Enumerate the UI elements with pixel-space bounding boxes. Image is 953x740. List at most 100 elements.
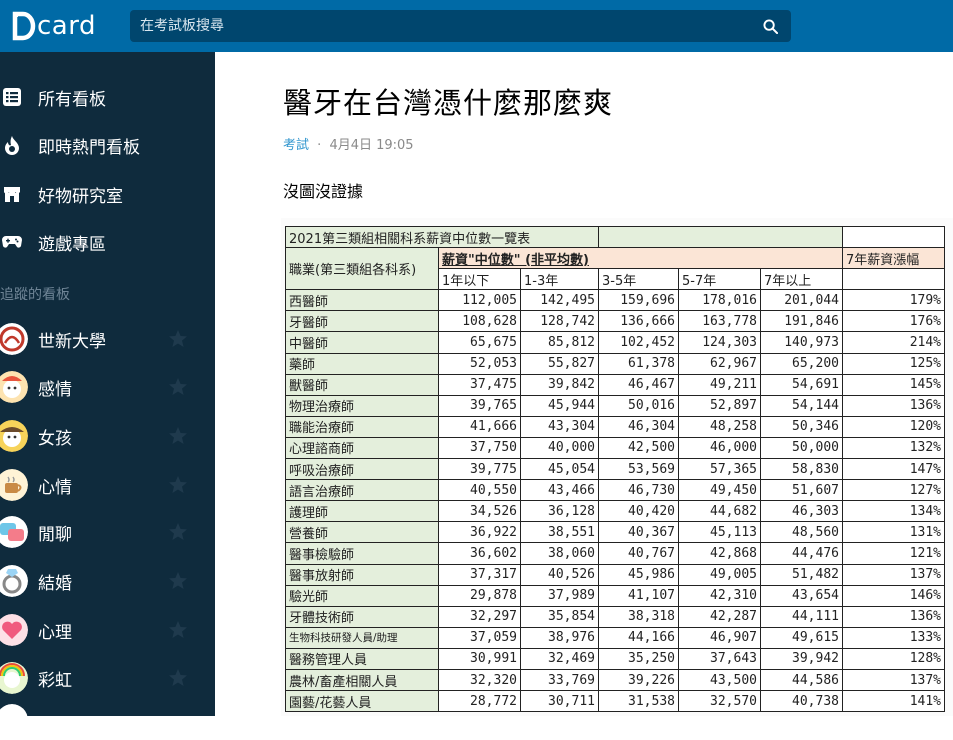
- salary-cell: 36,602: [438, 542, 521, 565]
- salary-cell: 37,475: [438, 373, 521, 396]
- salary-cell: 39,226: [598, 668, 679, 692]
- job-cell: 呼吸治療師: [285, 458, 439, 481]
- salary-cell: 40,526: [520, 563, 599, 586]
- year-header: 7年以上: [760, 268, 843, 291]
- sidebar-item-label: 遊戲專區: [38, 234, 106, 255]
- post-content: 醫牙在台灣憑什麼那麼爽 考試 · 4月4日 19:05 沒圖沒證據 2021第三…: [215, 52, 953, 716]
- table-row: 牙醫師 108,628 128,742 136,666 163,778 191,846 17…: [285, 310, 945, 333]
- list-icon: [2, 87, 22, 107]
- sidebar-item-board[interactable]: 彩虹: [0, 658, 215, 698]
- salary-cell: 44,476: [760, 542, 843, 565]
- sidebar-item-board[interactable]: 閒聊: [0, 512, 215, 552]
- sidebar-item-board[interactable]: 心理: [0, 610, 215, 650]
- star-icon[interactable]: [168, 522, 188, 542]
- salary-cell: 191,846: [760, 310, 843, 333]
- search-icon: [762, 18, 778, 34]
- sidebar-item-label: 所有看板: [38, 89, 106, 110]
- salary-cell: 45,944: [520, 394, 599, 417]
- job-cell: 牙體技術師: [285, 605, 439, 628]
- table-row: 語言治療師 40,550 43,466 46,730 49,450 51,607 127%: [285, 479, 945, 502]
- meta-separator: ·: [317, 138, 322, 153]
- year-header: 1-3年: [520, 268, 599, 291]
- salary-cell: 29,878: [438, 584, 521, 607]
- salary-cell: 32,570: [678, 690, 761, 713]
- star-icon[interactable]: [168, 426, 188, 446]
- salary-cell: 40,367: [598, 521, 679, 544]
- post-date: 4月4日 19:05: [329, 138, 414, 153]
- board-avatar: [0, 565, 28, 597]
- salary-cell: 37,750: [438, 436, 521, 460]
- growth-cell: 127%: [842, 479, 945, 502]
- star-icon[interactable]: [168, 377, 188, 397]
- sidebar-item-all-boards[interactable]: 所有看板: [0, 77, 215, 117]
- salary-cell: 39,775: [438, 458, 521, 481]
- star-icon[interactable]: [168, 329, 188, 349]
- board-label: 閒聊: [38, 524, 72, 545]
- salary-cell: 41,107: [598, 584, 679, 607]
- search-input[interactable]: [130, 10, 750, 42]
- salary-cell: 49,450: [678, 479, 761, 502]
- board-avatar: [0, 420, 28, 452]
- year-header: 5-7年: [678, 268, 761, 291]
- star-icon[interactable]: [168, 620, 188, 640]
- job-cell: 西醫師: [285, 289, 439, 312]
- board-label: 心情: [38, 477, 72, 498]
- growth-cell: 131%: [842, 521, 945, 544]
- sidebar-item-board[interactable]: 女孩: [0, 416, 215, 456]
- table-row: 藥師 52,053 55,827 61,378 62,967 65,200 125%: [285, 352, 945, 375]
- table-row: 醫事檢驗師 36,602 38,060 40,767 42,868 44,476 121%: [285, 542, 945, 565]
- salary-cell: 43,466: [520, 479, 599, 502]
- salary-cell: 48,560: [760, 521, 843, 544]
- dcard-logo[interactable]: card: [12, 9, 96, 43]
- table-row: 農林/畜產相關人員 32,320 33,769 39,226 43,500 44,586 1…: [285, 668, 945, 692]
- job-cell: 營養師: [285, 521, 439, 544]
- search-button[interactable]: [749, 10, 791, 42]
- sidebar-item-games[interactable]: 遊戲專區: [0, 222, 215, 262]
- table-row: 生物科技研發人員/助理 37,059 38,976 44,166 46,907 49,61…: [285, 626, 945, 649]
- growth-cell: 146%: [842, 584, 945, 607]
- salary-cell: 51,482: [760, 563, 843, 586]
- table-row: 職能治療師 41,666 43,304 46,304 48,258 50,346 120%: [285, 415, 945, 438]
- growth-cell: 134%: [842, 500, 945, 523]
- salary-cell: 65,200: [760, 352, 843, 375]
- growth-cell: 137%: [842, 668, 945, 692]
- sidebar-item-board[interactable]: 心情: [0, 465, 215, 505]
- salary-cell: 55,827: [520, 352, 599, 375]
- salary-cell: 28,772: [438, 690, 521, 713]
- forum-link[interactable]: 考試: [283, 138, 309, 153]
- growth-cell: 137%: [842, 563, 945, 586]
- star-icon[interactable]: [168, 475, 188, 495]
- job-cell: 生物科技研發人員/助理: [285, 626, 439, 649]
- salary-cell: 46,304: [598, 415, 679, 438]
- table-row: 醫事放射師 37,317 40,526 45,986 49,005 51,482 137%: [285, 563, 945, 586]
- salary-cell: 44,111: [760, 605, 843, 628]
- salary-cell: 38,976: [520, 626, 599, 649]
- salary-cell: 43,500: [678, 668, 761, 692]
- job-cell: 藥師: [285, 352, 439, 375]
- growth-cell: 125%: [842, 352, 945, 375]
- job-cell: 醫事檢驗師: [285, 542, 439, 565]
- sidebar-item-shop[interactable]: 好物研究室: [0, 174, 215, 214]
- sidebar-item-board[interactable]: 世新大學: [0, 319, 215, 359]
- salary-cell: 112,005: [438, 289, 521, 312]
- growth-cell: 136%: [842, 605, 945, 628]
- board-label: 彩虹: [38, 670, 72, 691]
- star-icon[interactable]: [168, 668, 188, 688]
- salary-cell: 51,607: [760, 479, 843, 502]
- growth-cell: 133%: [842, 626, 945, 649]
- sidebar-item-board[interactable]: 感情: [0, 367, 215, 407]
- salary-table: 2021第三類組相關科系薪資中位數一覽表 職業(第三類組各科系) 薪資"中位數"…: [285, 225, 945, 713]
- sidebar-item-board-partial[interactable]: [0, 700, 215, 740]
- sidebar-item-board[interactable]: 結婚: [0, 561, 215, 601]
- sidebar-item-trending[interactable]: 即時熱門看板: [0, 125, 215, 165]
- table-row: 營養師 36,922 38,551 40,367 45,113 48,560 131%: [285, 521, 945, 544]
- job-cell: 牙醫師: [285, 310, 439, 333]
- job-header: 職業(第三類組各科系): [285, 247, 439, 291]
- star-icon[interactable]: [168, 571, 188, 591]
- table-row: 中醫師 65,675 85,812 102,452 124,303 140,973 214%: [285, 331, 945, 354]
- salary-cell: 49,615: [760, 626, 843, 649]
- job-cell: 護理師: [285, 500, 439, 523]
- salary-cell: 61,378: [598, 352, 679, 375]
- board-avatar: [0, 704, 28, 736]
- salary-cell: 46,907: [678, 626, 761, 649]
